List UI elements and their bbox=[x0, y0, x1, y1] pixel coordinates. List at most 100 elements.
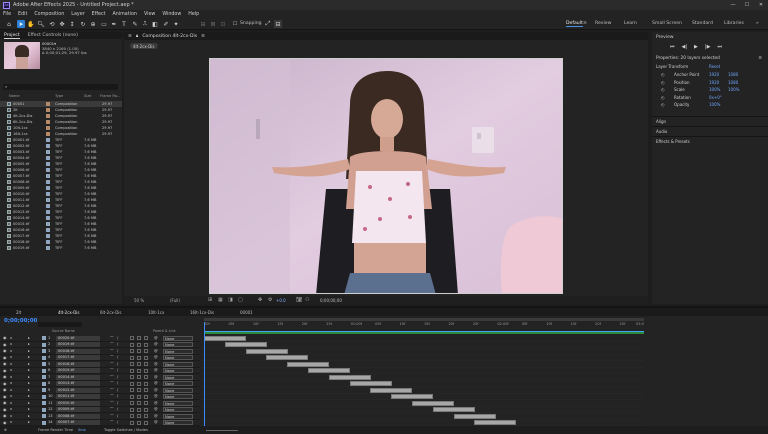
shy-switch-icon[interactable]: ⌒ bbox=[110, 401, 114, 406]
region-of-interest-icon[interactable]: ▢ bbox=[238, 297, 243, 303]
workspace-small-screen[interactable]: Small Screen bbox=[652, 21, 682, 26]
type-tool-icon[interactable]: T bbox=[120, 20, 128, 28]
layer-name[interactable]: 00008.tif bbox=[56, 413, 100, 419]
3d-layer-switch[interactable] bbox=[144, 355, 148, 360]
layer-name[interactable]: 00020.tif bbox=[56, 335, 100, 341]
eye-visibility-icon[interactable]: ◉ bbox=[3, 355, 7, 360]
workspace-review[interactable]: Review bbox=[595, 21, 611, 26]
snap-edges-icon[interactable]: ⤢ bbox=[264, 20, 272, 28]
property-value-2[interactable]: 1080 bbox=[728, 72, 738, 77]
pickwhip-icon[interactable]: @ bbox=[154, 368, 158, 372]
motion-blur-switch[interactable] bbox=[130, 336, 134, 340]
label-swatch[interactable] bbox=[46, 210, 50, 214]
eye-visibility-icon[interactable]: ◉ bbox=[3, 381, 7, 386]
shy-switch-icon[interactable]: ⌒ bbox=[110, 355, 114, 360]
parent-dropdown[interactable]: None bbox=[163, 387, 193, 393]
roto-brush-tool-icon[interactable]: ✐ bbox=[162, 20, 170, 28]
parent-dropdown[interactable]: None bbox=[163, 342, 193, 347]
label-swatch[interactable] bbox=[46, 102, 50, 106]
layer-duration-bar[interactable] bbox=[287, 361, 330, 367]
audio-toggle-icon[interactable]: ▫ bbox=[10, 381, 12, 385]
property-value-1[interactable]: 0x+0° bbox=[709, 95, 722, 100]
layer-label-swatch[interactable] bbox=[42, 414, 46, 418]
layer-label-swatch[interactable] bbox=[42, 375, 46, 379]
expand-arrow-icon[interactable]: ▸ bbox=[28, 394, 30, 398]
layer-name[interactable]: 00007.tif bbox=[56, 420, 100, 425]
label-swatch[interactable] bbox=[46, 138, 50, 142]
shy-switch-icon[interactable]: ⌒ bbox=[110, 420, 114, 425]
3d-layer-switch[interactable] bbox=[144, 401, 148, 405]
current-time-display[interactable]: 0;00;00;00 bbox=[320, 298, 342, 303]
orbit-tool-icon[interactable]: ⟲ bbox=[48, 20, 56, 28]
stopwatch-icon[interactable]: ◴ bbox=[661, 72, 665, 77]
first-frame-icon[interactable]: ⏮ bbox=[670, 44, 675, 50]
property-value-2[interactable]: 100% bbox=[728, 87, 739, 92]
adjustment-layer-switch[interactable] bbox=[137, 381, 141, 386]
render-time-toggle-icon[interactable]: ⊕ bbox=[4, 428, 7, 432]
label-swatch[interactable] bbox=[46, 120, 50, 124]
pickwhip-icon[interactable]: @ bbox=[154, 375, 158, 379]
layer-name[interactable]: 00017.tif bbox=[56, 355, 100, 360]
property-value-1[interactable]: 100% bbox=[709, 87, 720, 92]
snapping-checkbox[interactable]: ☐ bbox=[231, 20, 239, 28]
layer-name[interactable]: 00009.tif bbox=[56, 407, 100, 412]
reset-button[interactable]: Reset bbox=[709, 64, 720, 69]
motion-blur-switch[interactable] bbox=[130, 381, 134, 386]
tab-menu-icon[interactable]: ≡ bbox=[201, 34, 205, 39]
layer-duration-bar[interactable] bbox=[370, 387, 413, 393]
label-swatch[interactable] bbox=[46, 240, 50, 244]
timeline-tab[interactable]: 6lt-2cx-Dis bbox=[100, 310, 122, 315]
layer-duration-bar[interactable] bbox=[453, 413, 496, 419]
layer-duration-bar[interactable] bbox=[349, 381, 392, 387]
quality-switch-icon[interactable]: / bbox=[117, 388, 118, 392]
layer-name[interactable]: 00014.tif bbox=[56, 374, 100, 380]
hand-tool-icon[interactable]: ✋ bbox=[27, 20, 35, 28]
menu-help[interactable]: Help bbox=[188, 12, 199, 17]
pickwhip-icon[interactable]: @ bbox=[154, 407, 158, 411]
expand-arrow-icon[interactable]: ▸ bbox=[28, 375, 30, 379]
label-swatch[interactable] bbox=[46, 204, 50, 208]
3d-layer-switch[interactable] bbox=[144, 362, 148, 366]
quality-switch-icon[interactable]: / bbox=[117, 394, 118, 398]
stopwatch-icon[interactable]: ◴ bbox=[661, 95, 665, 100]
adjustment-layer-switch[interactable] bbox=[137, 362, 141, 366]
audio-toggle-icon[interactable]: ▫ bbox=[10, 414, 12, 418]
lock-icon[interactable]: 🔒︎ bbox=[136, 33, 138, 39]
timeline-tab[interactable]: 2lt bbox=[16, 310, 21, 315]
eye-visibility-icon[interactable]: ◉ bbox=[3, 420, 7, 425]
shy-switch-icon[interactable]: ⌒ bbox=[110, 394, 114, 399]
label-swatch[interactable] bbox=[46, 132, 50, 136]
adjustment-layer-switch[interactable] bbox=[137, 388, 141, 392]
eye-visibility-icon[interactable]: ◉ bbox=[3, 400, 7, 405]
expand-arrow-icon[interactable]: ▸ bbox=[28, 355, 30, 359]
timeline-tab[interactable]: 4lt-2cx-Dis bbox=[58, 310, 80, 315]
adjustment-layer-switch[interactable] bbox=[137, 355, 141, 360]
rotate-tool-icon[interactable]: ↻ bbox=[79, 20, 87, 28]
timeline-timecode[interactable]: 0;00;00;00 bbox=[4, 318, 37, 324]
audio-toggle-icon[interactable]: ▫ bbox=[10, 401, 12, 405]
quality-switch-icon[interactable]: / bbox=[117, 336, 118, 340]
shy-switch-icon[interactable]: ⌒ bbox=[110, 368, 114, 373]
label-swatch[interactable] bbox=[46, 222, 50, 226]
current-time-indicator[interactable] bbox=[204, 322, 205, 426]
motion-blur-switch[interactable] bbox=[130, 394, 134, 399]
audio-toggle-icon[interactable]: ▫ bbox=[10, 355, 12, 359]
parent-dropdown[interactable]: None bbox=[163, 394, 193, 399]
label-swatch[interactable] bbox=[46, 174, 50, 178]
expand-arrow-icon[interactable]: ▸ bbox=[28, 368, 30, 372]
layer-label-swatch[interactable] bbox=[42, 388, 46, 392]
adjustment-layer-switch[interactable] bbox=[137, 342, 141, 347]
eye-visibility-icon[interactable]: ◉ bbox=[3, 387, 7, 392]
col-parent-link[interactable]: Parent & Link bbox=[153, 329, 176, 333]
prev-frame-icon[interactable]: ◀| bbox=[682, 44, 688, 50]
adjustment-layer-switch[interactable] bbox=[137, 420, 141, 425]
layer-name[interactable]: 00016.tif bbox=[56, 361, 100, 367]
motion-blur-switch[interactable] bbox=[130, 362, 134, 366]
stopwatch-icon[interactable]: ◴ bbox=[661, 87, 665, 92]
more-workspaces-icon[interactable]: » bbox=[756, 21, 759, 26]
pan-tool-icon[interactable]: ✥ bbox=[58, 20, 66, 28]
comp-breadcrumb[interactable]: 4lt-2cx-Dis bbox=[130, 43, 158, 49]
layer-duration-bar[interactable] bbox=[224, 342, 267, 348]
audio-toggle-icon[interactable]: ▫ bbox=[10, 368, 12, 372]
quality-switch-icon[interactable]: / bbox=[117, 407, 118, 411]
